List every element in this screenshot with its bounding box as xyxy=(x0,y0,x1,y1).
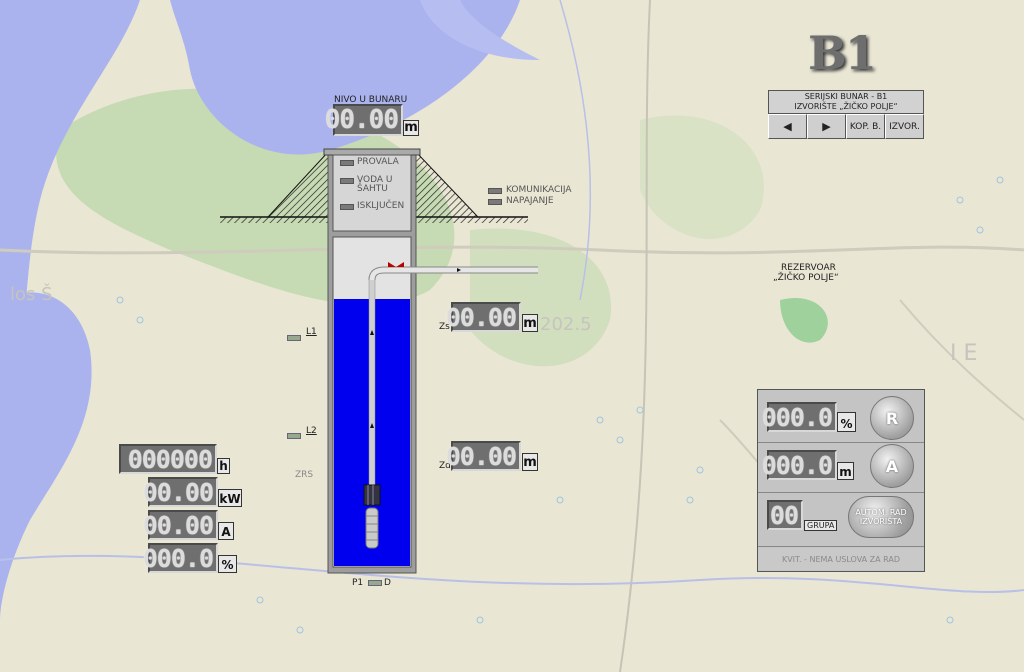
percent-unit: % xyxy=(218,555,237,573)
hours-display: 000000 xyxy=(119,444,217,474)
l2-label: L2 xyxy=(306,426,317,436)
group-display: 00 xyxy=(767,500,803,530)
zrs-label: ZRS xyxy=(295,470,314,480)
komunikacija-label: KOMUNIKACIJA xyxy=(506,185,572,195)
voda-indicator xyxy=(340,178,354,184)
p1-label: P1 xyxy=(352,578,364,588)
svg-text:202.5: 202.5 xyxy=(540,314,592,335)
provala-label: PROVALA xyxy=(357,157,399,167)
reset-button[interactable]: R xyxy=(870,396,914,440)
hours-unit: h xyxy=(217,458,230,474)
zs-display: 00.00 xyxy=(446,302,521,332)
izvor-button[interactable]: IZVOR. xyxy=(885,114,924,139)
d-label: D xyxy=(384,578,391,588)
level-display: 00.00 xyxy=(325,104,403,136)
auto-button[interactable]: A xyxy=(870,444,914,488)
control-meter-display: 000.0 xyxy=(762,450,837,480)
current-unit: A xyxy=(218,522,234,540)
power-unit: kW xyxy=(218,489,242,507)
auto-line1: AUTOM. RAD xyxy=(855,508,907,517)
voda-label-2: ŠAHTU xyxy=(357,184,388,194)
current-display: 00.00 xyxy=(143,510,218,540)
station-info-panel: SERIJSKI BUNAR - B1 IZVORIŠTE „ŽIČKO POL… xyxy=(768,90,924,114)
provala-indicator xyxy=(340,160,354,166)
power-display: 00.00 xyxy=(143,477,218,507)
iskljucen-indicator xyxy=(340,204,354,210)
control-percent-unit: % xyxy=(837,412,856,432)
percent-display: 000.0 xyxy=(143,543,218,573)
napajanje-indicator xyxy=(488,199,502,205)
control-percent-display: 000.0 xyxy=(762,402,837,432)
zd-unit: m xyxy=(522,453,538,471)
auto-line2: IZVORIŠTA xyxy=(859,517,903,526)
l2-indicator xyxy=(287,433,301,439)
zd-display: 00.00 xyxy=(446,441,521,471)
reservoir-label-1: REZERVOAR xyxy=(781,263,836,273)
l1-label: L1 xyxy=(306,327,317,337)
svg-text:los Š: los Š xyxy=(10,283,53,305)
control-meter-unit: m xyxy=(837,462,854,480)
auto-izvoriste-button[interactable]: AUTOM. RAD IZVORIŠTA xyxy=(848,496,914,538)
level-unit: m xyxy=(403,120,419,136)
station-line1: SERIJSKI BUNAR - B1 xyxy=(804,92,888,101)
group-label: GRUPA xyxy=(804,520,838,531)
prev-station-button[interactable]: ◀ xyxy=(768,114,807,139)
next-station-button[interactable]: ▶ xyxy=(807,114,846,139)
control-status-text: KVIT. - NEMA USLOVA ZA RAD xyxy=(758,548,924,570)
zs-unit: m xyxy=(522,314,538,332)
d-indicator xyxy=(368,580,382,586)
station-badge: B1 xyxy=(808,26,877,80)
komunikacija-indicator xyxy=(488,188,502,194)
svg-text:I E: I E xyxy=(950,341,977,366)
napajanje-label: NAPAJANJE xyxy=(506,196,554,206)
kop-b-button[interactable]: KOP. B. xyxy=(846,114,885,139)
reservoir-label-2: „ŽIČKO POLJE“ xyxy=(773,273,839,283)
iskljucen-label: ISKLJUČEN xyxy=(357,201,405,211)
l1-indicator xyxy=(287,335,301,341)
station-line2: IZVORIŠTE „ŽIČKO POLJE“ xyxy=(794,102,898,111)
